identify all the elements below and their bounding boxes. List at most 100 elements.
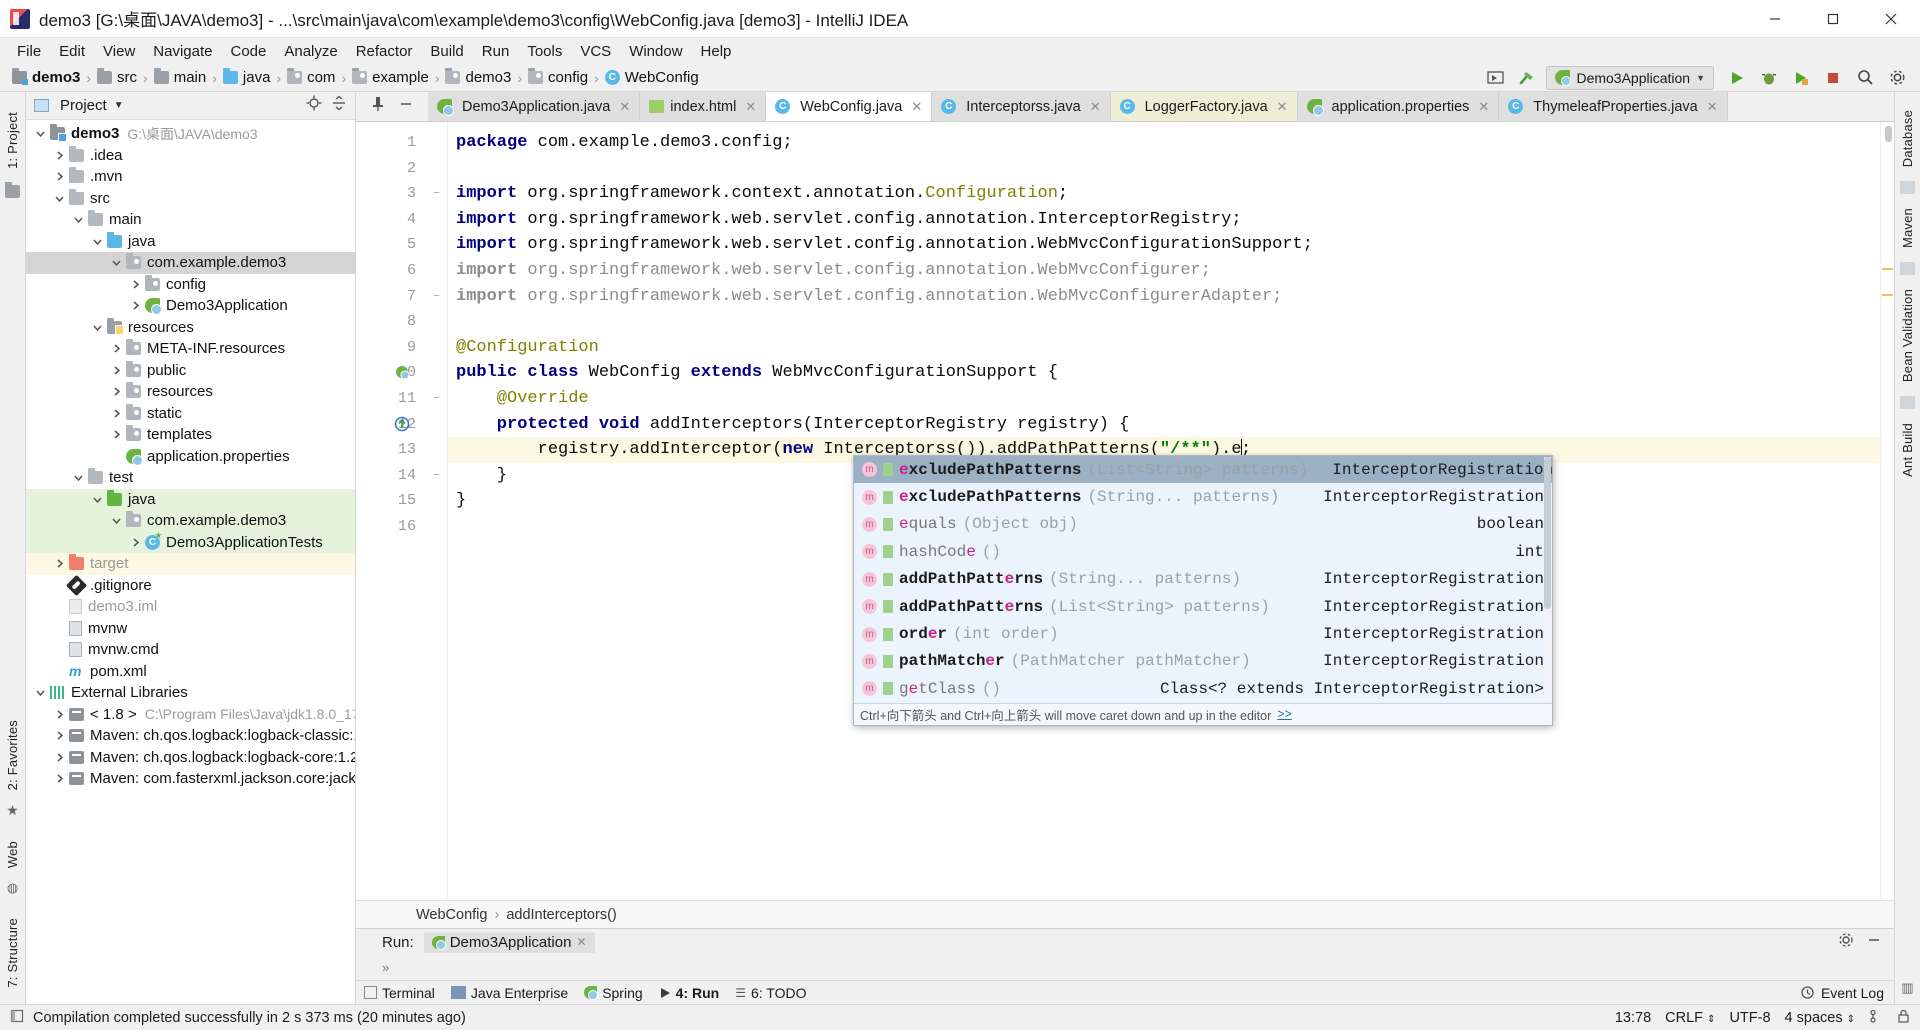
code-line[interactable] [448, 309, 1880, 335]
autocomplete-scrollbar[interactable] [1544, 457, 1551, 702]
chevron-right-icon[interactable] [53, 170, 66, 183]
chevron-down-icon[interactable] [72, 471, 85, 484]
caret-position[interactable]: 13:78 [1615, 1010, 1651, 1026]
tree-item-resources[interactable]: resources [26, 381, 355, 403]
run-tab-demo3application[interactable]: Demo3Application ✕ [424, 932, 595, 953]
tree-item-demo3[interactable]: demo3G:\桌面\JAVA\demo3 [26, 123, 355, 145]
tree-item-resources[interactable]: resources [26, 317, 355, 339]
code-editor[interactable]: 12345678910111213141516 −−−− package com… [356, 122, 1894, 900]
expand-icon[interactable]: » [382, 960, 389, 975]
rail-item-project[interactable]: 1: Project [5, 104, 20, 177]
event-log-button[interactable]: Event Log [1801, 985, 1894, 1001]
editor-tab-thymeleafproperties-java[interactable]: CThymeleafProperties.java✕ [1499, 92, 1727, 121]
code-line[interactable]: @Configuration [448, 335, 1880, 361]
tree-item-templates[interactable]: templates [26, 424, 355, 446]
code-line[interactable]: @Override [448, 386, 1880, 412]
tree-item-config[interactable]: config [26, 274, 355, 296]
chevron-right-icon[interactable] [129, 278, 142, 291]
menu-window[interactable]: Window [620, 41, 691, 62]
chevron-right-icon[interactable] [53, 557, 66, 570]
close-icon[interactable]: ✕ [911, 99, 922, 115]
autocomplete-item-equals[interactable]: mequals(Object obj)boolean [854, 511, 1552, 538]
code-line[interactable]: import org.springframework.context.annot… [448, 181, 1880, 207]
code-fold-marker[interactable]: − [431, 188, 442, 199]
tree-item-1-8[interactable]: < 1.8 >C:\Program Files\Java\jdk1.8.0_17… [26, 704, 355, 726]
search-icon[interactable] [1852, 66, 1878, 90]
select-in-icon[interactable] [1482, 66, 1508, 90]
breadcrumb-webconfig[interactable]: C WebConfig [605, 69, 699, 86]
bottom-tab-terminal[interactable]: Terminal [364, 985, 435, 1001]
line-separator[interactable]: CRLF ⇕ [1665, 1010, 1715, 1026]
chevron-down-icon[interactable] [34, 127, 47, 140]
spring-bean-gutter-icon[interactable] [394, 364, 410, 380]
hammer-build-icon[interactable] [1514, 66, 1540, 90]
tree-item-demo3-iml[interactable]: demo3.iml [26, 596, 355, 618]
breadcrumb-demo3-pkg[interactable]: demo3 [445, 69, 511, 86]
menu-vcs[interactable]: VCS [571, 41, 620, 62]
chevron-down-icon[interactable] [91, 235, 104, 248]
run-icon[interactable] [1724, 66, 1750, 90]
code-line[interactable]: public class WebConfig extends WebMvcCon… [448, 360, 1880, 386]
autocomplete-hint-link[interactable]: >> [1277, 707, 1292, 721]
code-line[interactable]: protected void addInterceptors(Intercept… [448, 412, 1880, 438]
tree-item-pom-xml[interactable]: mpom.xml [26, 661, 355, 683]
chevron-down-icon[interactable] [91, 493, 104, 506]
chevron-down-icon[interactable] [110, 256, 123, 269]
editor-tab-webconfig-java[interactable]: CWebConfig.java✕ [766, 92, 932, 121]
plugins-icon[interactable]: ▥ [1901, 980, 1913, 996]
warning-marker[interactable] [1882, 268, 1893, 270]
chevron-right-icon[interactable] [110, 342, 123, 355]
autocomplete-list[interactable]: mexcludePathPatterns(List<String> patter… [854, 456, 1552, 703]
breadcrumb-main[interactable]: main [154, 69, 207, 86]
settings-icon[interactable] [1884, 66, 1910, 90]
close-icon[interactable]: ✕ [576, 935, 586, 949]
autocomplete-item-hashcode[interactable]: mhashCode()int [854, 538, 1552, 565]
breadcrumb-config[interactable]: config [528, 69, 588, 86]
autocomplete-item-order[interactable]: morder(int order)InterceptorRegistration [854, 620, 1552, 647]
close-icon[interactable]: ✕ [745, 99, 756, 115]
project-tree[interactable]: demo3G:\桌面\JAVA\demo3.idea.mvnsrcmainjav… [26, 120, 355, 1004]
debug-icon[interactable] [1756, 66, 1782, 90]
chevron-down-icon[interactable]: ▼ [114, 100, 124, 111]
breadcrumb-demo3[interactable]: demo3 [12, 69, 80, 86]
chevron-right-icon[interactable] [129, 299, 142, 312]
tree-item-test[interactable]: test [26, 467, 355, 489]
code-line[interactable]: import org.springframework.web.servlet.c… [448, 207, 1880, 233]
breadcrumb-java[interactable]: java [223, 69, 271, 86]
toggle-toolbars-icon[interactable] [10, 1009, 24, 1027]
tree-item-meta-inf-resources[interactable]: META-INF.resources [26, 338, 355, 360]
autocomplete-item-addpathpatterns[interactable]: maddPathPatterns(String... patterns)Inte… [854, 566, 1552, 593]
chevron-right-icon[interactable] [53, 751, 66, 764]
tree-item-mvn[interactable]: .mvn [26, 166, 355, 188]
menu-help[interactable]: Help [692, 41, 741, 62]
autocomplete-popup[interactable]: mexcludePathPatterns(List<String> patter… [853, 455, 1553, 726]
close-icon[interactable]: ✕ [1707, 99, 1718, 115]
code-fold-marker[interactable]: − [431, 291, 442, 302]
pin-tab-icon[interactable] [371, 96, 385, 117]
rail-item-structure[interactable]: 7: Structure [5, 910, 20, 996]
rail-item-database[interactable]: Database [1900, 102, 1915, 175]
collapse-all-icon[interactable] [331, 95, 347, 116]
close-icon[interactable]: ✕ [1277, 99, 1288, 115]
code-fold-marker[interactable]: − [431, 393, 442, 404]
menu-analyze[interactable]: Analyze [275, 41, 346, 62]
minimize-button[interactable] [1746, 0, 1804, 38]
tree-item-gitignore[interactable]: .gitignore [26, 575, 355, 597]
menu-navigate[interactable]: Navigate [144, 41, 221, 62]
chevron-right-icon[interactable] [53, 149, 66, 162]
editor-tab-index-html[interactable]: index.html✕ [640, 92, 766, 121]
rail-item-maven[interactable]: Maven [1900, 200, 1915, 256]
editor-breadcrumb-method[interactable]: addInterceptors() [506, 907, 616, 923]
menu-file[interactable]: File [8, 41, 50, 62]
menu-refactor[interactable]: Refactor [347, 41, 422, 62]
chevron-right-icon[interactable] [110, 385, 123, 398]
tree-item-static[interactable]: static [26, 403, 355, 425]
lock-icon[interactable] [1897, 1009, 1910, 1027]
breadcrumb-com[interactable]: com [287, 69, 335, 86]
close-icon[interactable]: ✕ [1478, 99, 1489, 115]
rail-item-web[interactable]: Web [5, 833, 20, 876]
editor-tab-loggerfactory-java[interactable]: CLoggerFactory.java✕ [1111, 92, 1298, 121]
menu-tools[interactable]: Tools [518, 41, 571, 62]
tree-item-java[interactable]: java [26, 231, 355, 253]
code-line[interactable]: package com.example.demo3.config; [448, 130, 1880, 156]
